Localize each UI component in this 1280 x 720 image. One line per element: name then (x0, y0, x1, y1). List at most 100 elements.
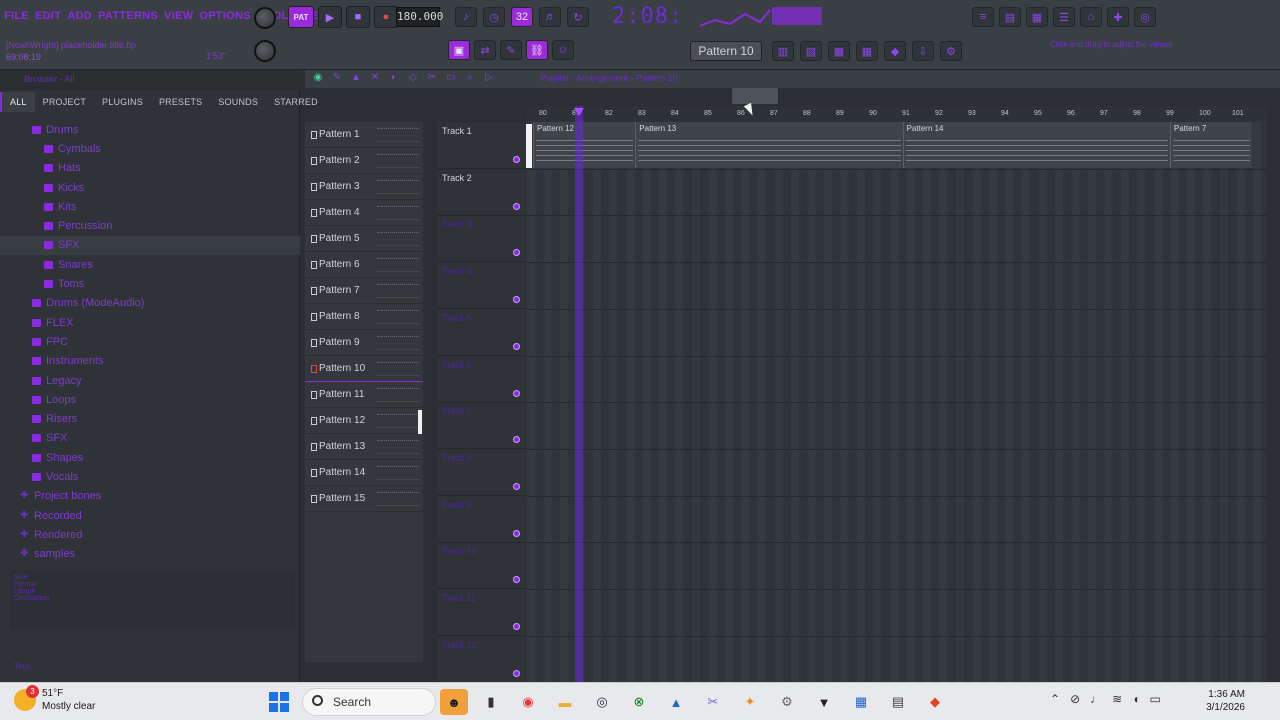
pattern-item[interactable]: Pattern 5 (305, 226, 423, 252)
pattern-item[interactable]: Pattern 6 (305, 252, 423, 278)
track-header[interactable]: Track 4 (437, 262, 527, 310)
track-header[interactable]: Track 6 (437, 356, 527, 403)
pattern-clip[interactable]: Pattern 14 (902, 122, 1170, 168)
track-header[interactable]: Track 7 (437, 402, 527, 450)
pattern-selector[interactable]: Pattern 10 (690, 41, 762, 61)
xbox-icon[interactable]: ⊗ (625, 689, 653, 715)
stop-button[interactable]: ■ (346, 6, 370, 28)
browser-icon[interactable]: ⌂ (1080, 7, 1102, 27)
delete-tool-icon[interactable]: ✕ (369, 72, 381, 84)
track-mute-toggle[interactable] (513, 482, 520, 490)
wait-input-icon[interactable]: ◷ (483, 7, 505, 27)
person-icon[interactable]: ☺ (552, 40, 574, 60)
menu-patterns[interactable]: PATTERNS (98, 10, 158, 22)
menu-add[interactable]: ADD (67, 10, 92, 22)
tree-item[interactable]: Kicks (0, 178, 300, 197)
mixer-icon[interactable]: ☰ (1053, 7, 1075, 27)
metronome-icon[interactable]: ♪ (455, 7, 477, 27)
tab-all[interactable]: ALL (0, 92, 35, 112)
pencil-icon[interactable]: ✎ (500, 40, 522, 60)
pattern-item[interactable]: Pattern 14 (305, 460, 423, 486)
slip-tool-icon[interactable]: ◇ (407, 72, 419, 84)
pattern-song-toggle[interactable]: PAT (288, 6, 314, 28)
track-mute-toggle[interactable] (513, 436, 520, 444)
pattern-scrollbar[interactable] (418, 410, 422, 434)
record-button[interactable]: ● (374, 6, 398, 28)
taskbar-clock[interactable]: 1:36 AM 3/1/2026 (1203, 688, 1245, 714)
track-header[interactable]: Track 5 (437, 309, 527, 356)
playlist-icon[interactable]: ≡ (972, 7, 994, 27)
tab-sounds[interactable]: SOUNDS (210, 92, 266, 112)
clip-resize-handle[interactable] (526, 124, 532, 168)
tab-starred[interactable]: STARRED (266, 92, 326, 112)
tree-item[interactable]: Shapes (0, 448, 300, 467)
pattern-item[interactable]: Pattern 2 (305, 148, 423, 174)
pattern-item[interactable]: Pattern 1 (305, 122, 423, 148)
pattern-item[interactable]: Pattern 12 (305, 408, 423, 434)
track-mute-toggle[interactable] (513, 576, 520, 584)
tab-project[interactable]: PROJECT (35, 92, 94, 112)
snipping-icon[interactable]: ✂ (699, 689, 727, 715)
timeline-ruler[interactable]: 8081828384858687888990919293949596979899… (527, 106, 1267, 122)
pattern-item[interactable]: Pattern 8 (305, 304, 423, 330)
weather-widget[interactable]: 3 51°F Mostly clear (14, 685, 95, 713)
view-pianoroll-icon[interactable]: ▧ (800, 41, 822, 61)
track-mute-toggle[interactable] (513, 202, 520, 210)
playlist-grid[interactable] (527, 122, 1267, 684)
wifi-icon[interactable]: ≋ (1112, 692, 1122, 706)
tree-item[interactable]: Kits (0, 197, 300, 216)
file-explorer-task-icon[interactable]: ▮ (477, 689, 505, 715)
pattern-item[interactable]: Pattern 3 (305, 174, 423, 200)
chevron-up-icon[interactable]: ⌃ (1050, 692, 1060, 706)
blend-notes-icon[interactable]: ♬ (539, 7, 561, 27)
view-playlist-icon[interactable]: ▥ (772, 41, 794, 61)
track-header[interactable]: Track 11 (437, 589, 527, 636)
tree-item[interactable]: Legacy (0, 371, 300, 390)
acrobat-icon[interactable]: ◆ (921, 689, 949, 715)
tree-item[interactable]: FPC (0, 332, 300, 351)
tree-item[interactable]: ✚ Project bones (0, 487, 300, 506)
master-pitch-knob[interactable] (254, 40, 276, 62)
tree-item[interactable]: Drums (ModeAudio) (0, 294, 300, 313)
master-volume-knob[interactable] (254, 7, 276, 29)
vectorworks-icon[interactable]: ▼ (810, 689, 838, 715)
browser-tags[interactable]: Tags (0, 660, 300, 682)
mute-tool-icon[interactable]: ◐ (388, 72, 400, 84)
track-mute-toggle[interactable] (513, 389, 520, 397)
playhead-marker[interactable] (574, 108, 585, 116)
draw-tool-icon[interactable]: ✎ (331, 72, 343, 84)
tree-item[interactable]: SFX (0, 235, 300, 256)
tree-item[interactable]: ✚ samples (0, 545, 300, 564)
tree-item[interactable]: ✚ Recorded (0, 506, 300, 525)
track-header[interactable]: Track 1 (437, 122, 527, 169)
track-header[interactable]: Track 10 (437, 542, 527, 590)
view-settings-icon[interactable]: ⚙ (940, 41, 962, 61)
tempo-display[interactable]: 180.000 (396, 7, 443, 27)
track-header[interactable]: Track 9 (437, 496, 527, 543)
track-mute-toggle[interactable] (513, 296, 520, 304)
pattern-item[interactable]: Pattern 4 (305, 200, 423, 226)
tab-presets[interactable]: PRESETS (151, 92, 210, 112)
tree-item[interactable]: SFX (0, 429, 300, 448)
tree-item[interactable]: ✚ Rendered (0, 525, 300, 544)
playhead[interactable] (575, 106, 584, 682)
tree-item[interactable]: Hats (0, 159, 300, 178)
view-mixer-icon[interactable]: ▦ (856, 41, 878, 61)
plugin-picker-icon[interactable]: ✚ (1107, 7, 1129, 27)
calendar-app-icon[interactable]: ▦ (847, 689, 875, 715)
settings-icon[interactable]: ⚙ (773, 689, 801, 715)
play-button[interactable]: ▶ (318, 6, 342, 28)
countdown-icon[interactable]: 32 (511, 7, 533, 27)
track-header[interactable]: Track 12 (437, 636, 527, 683)
pattern-item[interactable]: Pattern 13 (305, 434, 423, 460)
tree-item[interactable]: Loops (0, 390, 300, 409)
folder-icon[interactable]: ▬ (551, 689, 579, 715)
speaker-icon[interactable]: ◖ (1132, 692, 1139, 706)
fl-studio-icon[interactable]: ✦ (736, 689, 764, 715)
snap-icon[interactable]: ▣ (448, 40, 470, 60)
pattern-item[interactable]: Pattern 9 (305, 330, 423, 356)
tree-item[interactable]: Toms (0, 274, 300, 293)
tab-plugins[interactable]: PLUGINS (94, 92, 151, 112)
tree-item[interactable]: Risers (0, 409, 300, 428)
sync-off-icon[interactable]: ⊘ (1070, 692, 1080, 706)
